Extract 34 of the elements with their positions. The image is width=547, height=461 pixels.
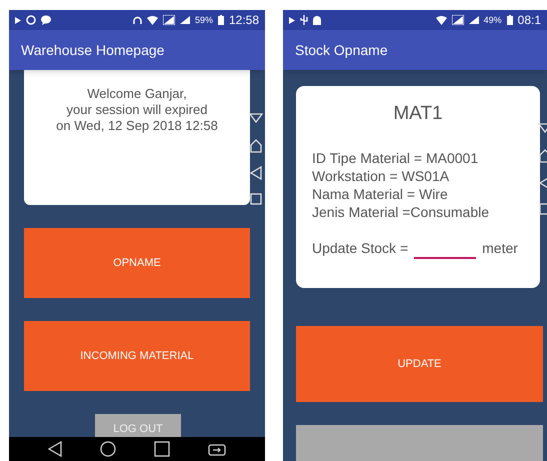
battery-icon	[506, 15, 513, 25]
detail-line: Jenis Material =Consumable	[312, 202, 490, 220]
detail-line: Nama Material = Wire	[312, 184, 449, 202]
play-icon	[289, 16, 295, 24]
battery-level: 59%	[194, 16, 213, 24]
signal-icon	[468, 16, 479, 24]
app-title: Stock Opname	[295, 40, 388, 60]
primary-button[interactable]: UPDATE	[296, 326, 543, 402]
wifi-icon	[436, 16, 447, 24]
back-icon	[48, 441, 62, 457]
rotate-screen-icon	[208, 442, 226, 456]
primary-button[interactable]: OPNAME	[24, 228, 250, 298]
welcome-message: Welcome Ganjar, your session will expired on Wed, 12 Sep 2018 12:58	[55, 86, 219, 134]
signal-icon	[180, 16, 190, 24]
clock: 08:1	[518, 14, 541, 26]
headset-icon	[132, 16, 142, 24]
secondary-button[interactable]: LOG OUT	[95, 414, 181, 438]
material-code: MAT1	[392, 102, 444, 126]
primary-button[interactable]: INCOMING MATERIAL	[24, 321, 250, 391]
clock: 12:58	[228, 14, 259, 26]
battery-icon	[218, 15, 224, 25]
unit-label: meter	[482, 238, 518, 258]
app-title: Warehouse Homepage	[21, 40, 164, 60]
signal-icon	[162, 15, 175, 25]
home-icon	[100, 441, 116, 457]
message-icon	[41, 15, 51, 25]
detail-line: Workstation = WS01A	[312, 166, 450, 184]
detail-line: ID Tipe Material = MA0001	[312, 148, 480, 166]
update-stock-label: Update Stock =	[312, 238, 408, 258]
play-icon	[15, 16, 21, 24]
signal-icon	[452, 15, 464, 25]
battery-level: 49%	[484, 16, 502, 24]
wifi-icon	[146, 16, 158, 24]
recents-icon	[154, 441, 170, 457]
